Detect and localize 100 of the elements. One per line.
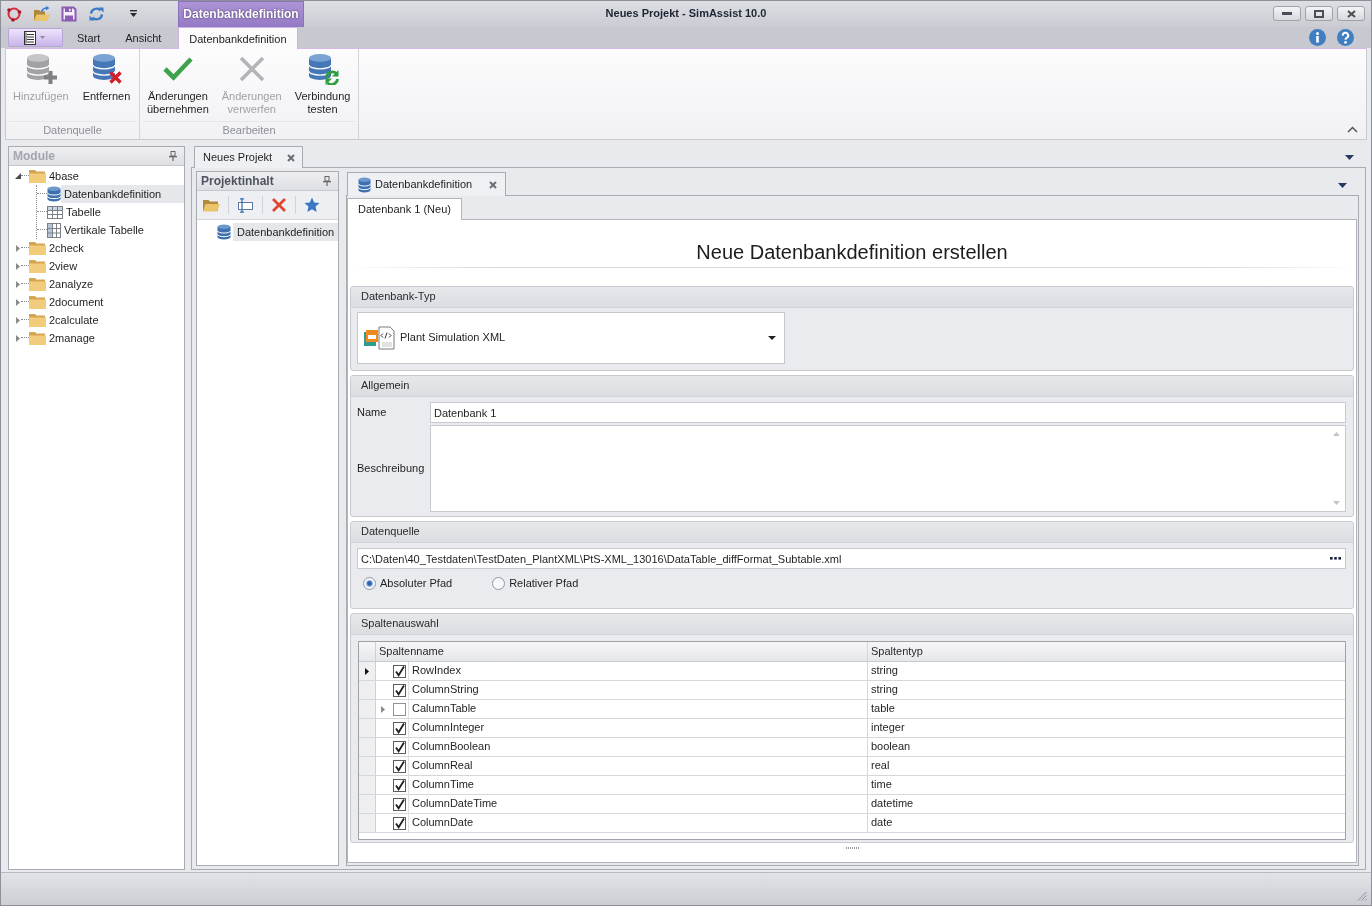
- ribbon-tab[interactable]: Ansicht: [114, 27, 173, 48]
- column-type: datetime: [871, 797, 914, 811]
- checkbox[interactable]: [393, 797, 406, 811]
- row-header[interactable]: [359, 662, 376, 680]
- help-icon[interactable]: [1337, 29, 1354, 46]
- open-folder-icon[interactable]: [33, 6, 50, 22]
- column-name: ColumnDate: [411, 816, 474, 830]
- contextual-tab-group-label: Datenbankdefinition: [178, 1, 304, 27]
- column-name: ColumnDateTime: [411, 797, 498, 811]
- current-row-icon: [365, 667, 369, 675]
- panel-title: Projektinhalt: [201, 173, 274, 189]
- application-menu-button[interactable]: [8, 28, 63, 47]
- xml-file-icon: [364, 326, 397, 350]
- tree-item[interactable]: 2check: [47, 239, 184, 257]
- column-name: RowIndex: [411, 664, 461, 678]
- database-cross-icon: [90, 53, 123, 85]
- radio-icon[interactable]: [363, 577, 376, 590]
- expand-arrow-icon[interactable]: [15, 173, 21, 179]
- window-title: Neues Projekt - SimAssist 10.0: [605, 7, 767, 21]
- column-type: real: [871, 759, 890, 773]
- column-type: integer: [871, 721, 905, 735]
- customize-caret-icon[interactable]: [129, 10, 138, 18]
- ribbon-button[interactable]: Entfernen: [79, 53, 134, 103]
- database-icon: [358, 176, 371, 193]
- tree-item[interactable]: 2calculate: [47, 311, 184, 329]
- sub-tab[interactable]: Datenbank 1 (Neu): [347, 198, 462, 220]
- column-name: CalumnTable: [411, 702, 477, 716]
- group-title: Spaltenauswahl: [361, 617, 439, 631]
- column-type: time: [871, 778, 892, 792]
- editor-tab[interactable]: Datenbankdefinition: [347, 172, 507, 196]
- group-label: Datenquelle: [9, 121, 136, 138]
- tree-item[interactable]: Tabelle: [63, 203, 184, 221]
- group-title: Datenquelle: [361, 525, 420, 539]
- checkbox[interactable]: [393, 664, 406, 678]
- maximize-button[interactable]: [1305, 6, 1333, 21]
- save-icon[interactable]: [61, 6, 77, 22]
- info-icon[interactable]: [1309, 29, 1326, 46]
- column-header[interactable]: Spaltenname: [379, 644, 444, 659]
- column-name: ColumnTime: [411, 778, 474, 792]
- database-sync-icon: [306, 53, 339, 85]
- checkbox[interactable]: [393, 816, 406, 830]
- ellipsis-icon: [1330, 557, 1341, 560]
- open-folder-icon[interactable]: [203, 198, 220, 212]
- star-icon[interactable]: [304, 197, 320, 213]
- dropdown-arrow-icon[interactable]: [1345, 155, 1354, 160]
- pin-icon[interactable]: [323, 176, 331, 186]
- group-title: Allgemein: [361, 379, 410, 393]
- checkbox[interactable]: [393, 759, 406, 773]
- tree-item[interactable]: Datenbankdefinition: [233, 223, 338, 241]
- close-icon[interactable]: [287, 153, 296, 162]
- ribbon-tab[interactable]: Start: [66, 27, 112, 48]
- checkbox[interactable]: [393, 778, 406, 792]
- delete-icon[interactable]: [271, 197, 287, 213]
- folder-icon: [29, 277, 46, 291]
- radio-option[interactable]: Absoluter Pfad: [363, 576, 453, 591]
- checkbox[interactable]: [393, 683, 406, 697]
- text-field-icon[interactable]: [237, 197, 254, 213]
- panel-title: Module: [13, 148, 55, 164]
- tree-item[interactable]: 4base: [47, 167, 184, 185]
- ribbon-tab[interactable]: Datenbankdefinition: [178, 27, 298, 49]
- text-field[interactable]: Datenbank 1: [430, 402, 1346, 423]
- list-menu-icon: [23, 30, 48, 45]
- database-type-dropdown[interactable]: Plant Simulation XML: [357, 312, 785, 364]
- vertical-table-icon: [47, 222, 61, 238]
- path-field[interactable]: C:\Daten\40_Testdaten\TestDaten_PlantXML\PtS-XML_13016\DataTable_diffFormat_Subtable.xml: [357, 548, 1346, 569]
- folder-icon: [29, 169, 46, 183]
- dropdown-arrow-icon[interactable]: [1338, 183, 1347, 188]
- minimize-button[interactable]: [1273, 6, 1301, 21]
- tree-item[interactable]: Vertikale Tabelle: [61, 221, 184, 239]
- column-name: ColumnReal: [411, 759, 473, 773]
- collapse-ribbon-icon[interactable]: [1347, 126, 1358, 133]
- radio-icon[interactable]: [492, 577, 506, 590]
- column-name: ColumnString: [411, 683, 479, 697]
- tree-item[interactable]: Datenbankdefinition: [61, 185, 184, 203]
- dropdown-caret-icon: [768, 336, 776, 340]
- checkbox[interactable]: [393, 702, 406, 716]
- radio-option[interactable]: Relativer Pfad: [492, 576, 579, 591]
- tree-item[interactable]: 2document: [47, 293, 184, 311]
- tree-item[interactable]: 2analyze: [47, 275, 184, 293]
- close-button[interactable]: [1337, 6, 1365, 21]
- ring-logo-icon[interactable]: [6, 6, 22, 22]
- checkbox[interactable]: [393, 740, 406, 754]
- column-name: ColumnBoolean: [411, 740, 491, 754]
- tree-item[interactable]: 2view: [47, 257, 184, 275]
- minimize-icon: [1282, 12, 1292, 15]
- ribbon-button[interactable]: Verbindung testen: [291, 53, 354, 116]
- column-header[interactable]: Spaltentyp: [871, 644, 923, 659]
- database-icon: [217, 224, 231, 240]
- tree-item[interactable]: 2manage: [47, 329, 184, 347]
- resize-grip-icon[interactable]: [1357, 891, 1367, 901]
- checkbox[interactable]: [393, 721, 406, 735]
- folder-icon: [29, 331, 46, 345]
- refresh-icon[interactable]: [88, 6, 105, 22]
- ribbon-button[interactable]: Änderungen übernehmen: [144, 53, 212, 116]
- close-icon[interactable]: [489, 180, 498, 189]
- document-tab[interactable]: Neues Projekt: [194, 146, 304, 168]
- column-type: table: [871, 702, 895, 716]
- table-icon: [47, 205, 63, 219]
- field-label: Name: [357, 405, 388, 420]
- folder-icon: [29, 259, 46, 273]
